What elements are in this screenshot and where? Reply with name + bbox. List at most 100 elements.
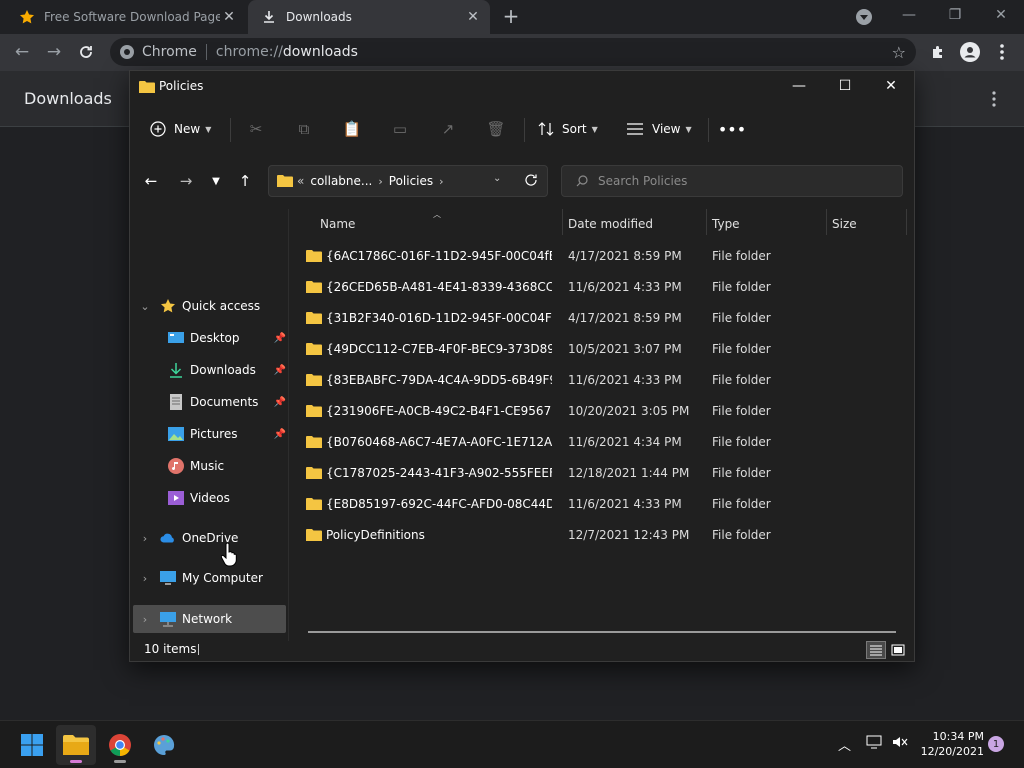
chrome-taskbar-button[interactable] [100, 725, 140, 765]
table-row[interactable]: {31B2F340-016D-11D2-945F-00C04FB984... 4… [306, 303, 906, 333]
breadcrumb-policies[interactable]: Policies [389, 174, 433, 188]
notification-badge[interactable]: 1 [988, 736, 1004, 752]
file-date: 10/5/2021 3:07 PM [568, 342, 682, 356]
address-dropdown-icon[interactable]: ⌄ [493, 173, 501, 184]
column-resize-handle[interactable] [706, 209, 707, 235]
nav-item-desktop[interactable]: Desktop 📌 [168, 325, 286, 351]
close-window-button[interactable]: ✕ [978, 0, 1024, 30]
rename-icon[interactable]: ▭ [384, 113, 416, 145]
column-resize-handle[interactable] [562, 209, 563, 235]
recent-locations-icon[interactable]: ▼ [203, 169, 229, 193]
new-tab-button[interactable]: + [500, 5, 522, 27]
large-icons-view-button[interactable] [888, 641, 908, 659]
table-row[interactable]: {26CED65B-A481-4E41-8339-4368CC1975... 1… [306, 272, 906, 302]
start-button[interactable] [12, 725, 52, 765]
sort-button[interactable]: Sort ▼ [538, 113, 598, 145]
nav-label: Network [182, 612, 233, 626]
close-tab-icon[interactable]: ✕ [464, 8, 482, 26]
chrome-menu-icon[interactable] [990, 40, 1014, 64]
profile-icon[interactable] [958, 40, 982, 64]
show-hidden-icons-icon[interactable]: ︿ [838, 735, 851, 754]
nav-my-computer[interactable]: › My Computer [138, 565, 263, 591]
back-button[interactable]: ← [10, 40, 34, 64]
table-row[interactable]: {231906FE-A0CB-49C2-B4F1-CE9567D1F0... 1… [306, 396, 906, 426]
column-resize-handle[interactable] [826, 209, 827, 235]
nav-item-videos[interactable]: Videos [168, 485, 230, 511]
chevron-right-icon[interactable]: › [138, 532, 152, 545]
maximize-button[interactable]: ☐ [822, 71, 868, 101]
forward-icon[interactable]: → [173, 169, 199, 193]
column-header-type[interactable]: Type [712, 209, 740, 239]
close-button[interactable]: ✕ [868, 71, 914, 101]
table-row[interactable]: {49DCC112-C7EB-4F0F-BEC9-373D8953E... 10… [306, 334, 906, 364]
table-row[interactable]: PolicyDefinitions 12/7/2021 12:43 PM Fil… [306, 520, 906, 550]
tab-search-button[interactable] [856, 9, 872, 25]
volume-muted-icon[interactable] [892, 735, 908, 753]
chevron-right-icon[interactable]: › [138, 572, 152, 585]
chrome-site-icon [120, 45, 134, 59]
address-bar[interactable]: Chrome chrome:// downloads ☆ [110, 38, 916, 66]
cut-icon[interactable]: ✂ [240, 113, 272, 145]
close-tab-icon[interactable]: ✕ [220, 8, 238, 26]
search-input[interactable] [598, 174, 888, 188]
bookmark-star-icon[interactable]: ☆ [892, 43, 906, 62]
more-actions-icon[interactable] [992, 91, 996, 107]
share-icon[interactable]: ↗ [432, 113, 464, 145]
view-button[interactable]: View ▼ [626, 113, 692, 145]
new-button[interactable]: New ▼ [150, 113, 211, 145]
extensions-icon[interactable] [926, 40, 950, 64]
search-icon [576, 175, 588, 187]
sort-label: Sort [562, 122, 587, 136]
table-row[interactable]: {C1787025-2443-41F3-A902-555FEEFCE4... 1… [306, 458, 906, 488]
copy-icon[interactable]: ⧉ [288, 113, 320, 145]
delete-icon[interactable]: 🗑 [480, 113, 512, 145]
address-box[interactable]: « collabne... › Policies › ⌄ [268, 165, 548, 197]
table-row[interactable]: {E8D85197-692C-44FC-AFD0-08C44D224... 11… [306, 489, 906, 519]
nav-item-documents[interactable]: Documents 📌 [168, 389, 286, 415]
restore-button[interactable]: ❐ [932, 0, 978, 30]
refresh-icon[interactable] [524, 173, 538, 187]
chevron-right-icon[interactable]: › [439, 175, 443, 188]
nav-item-music[interactable]: Music [168, 453, 224, 479]
search-box[interactable] [561, 165, 903, 197]
nav-item-pictures[interactable]: Pictures 📌 [168, 421, 286, 447]
table-row[interactable]: {6AC1786C-016F-11D2-945F-00C04fB984... 4… [306, 241, 906, 271]
minimize-button[interactable]: — [886, 0, 932, 30]
nav-label: Quick access [182, 299, 261, 313]
nav-label: Documents [190, 395, 259, 409]
network-status-icon[interactable] [866, 735, 882, 753]
breadcrumb-collabne[interactable]: collabne... [310, 174, 372, 188]
forward-button[interactable]: → [42, 40, 66, 64]
pictures-icon [168, 426, 184, 442]
tab-free-software[interactable]: Free Software Download Page - S ✕ [8, 0, 246, 34]
up-icon[interactable]: ↑ [232, 169, 258, 193]
file-name: {31B2F340-016D-11D2-945F-00C04FB984... [326, 311, 552, 325]
column-header-size[interactable]: Size [832, 209, 857, 239]
column-resize-handle[interactable] [906, 209, 907, 235]
tab-downloads[interactable]: Downloads ✕ [248, 0, 490, 34]
reload-button[interactable] [74, 40, 98, 64]
horizontal-scrollbar[interactable] [308, 631, 896, 633]
file-explorer-taskbar-button[interactable] [56, 725, 96, 765]
file-explorer-window: Policies — ☐ ✕ New ▼ ✂ ⧉ 📋 ▭ ↗ 🗑 Sort ▼ [129, 70, 915, 662]
nav-network[interactable]: › Network [133, 605, 286, 633]
column-header-name[interactable]: Name [320, 209, 355, 239]
nav-item-downloads[interactable]: Downloads 📌 [168, 357, 286, 383]
star-icon [160, 298, 176, 314]
details-view-button[interactable] [866, 641, 886, 659]
details-view-icon [870, 645, 882, 656]
file-date: 11/6/2021 4:34 PM [568, 435, 682, 449]
chevron-right-icon[interactable]: › [138, 613, 152, 626]
table-row[interactable]: {83EBABFC-79DA-4C4A-9DD5-6B49F9ED... 11/… [306, 365, 906, 395]
chevron-down-icon[interactable]: ⌄ [138, 300, 152, 313]
clock[interactable]: 10:34 PM 12/20/2021 [918, 729, 984, 759]
table-row[interactable]: {B0760468-A6C7-4E7A-A0FC-1E712AC39... 11… [306, 427, 906, 457]
more-options-icon[interactable]: ••• [718, 113, 746, 145]
minimize-button[interactable]: — [776, 71, 822, 101]
paint-taskbar-button[interactable] [144, 725, 184, 765]
column-header-date[interactable]: Date modified [568, 209, 653, 239]
nav-quick-access[interactable]: ⌄ Quick access [138, 293, 260, 319]
folder-icon [306, 498, 322, 510]
back-icon[interactable]: ← [138, 169, 164, 193]
paste-icon[interactable]: 📋 [336, 113, 368, 145]
